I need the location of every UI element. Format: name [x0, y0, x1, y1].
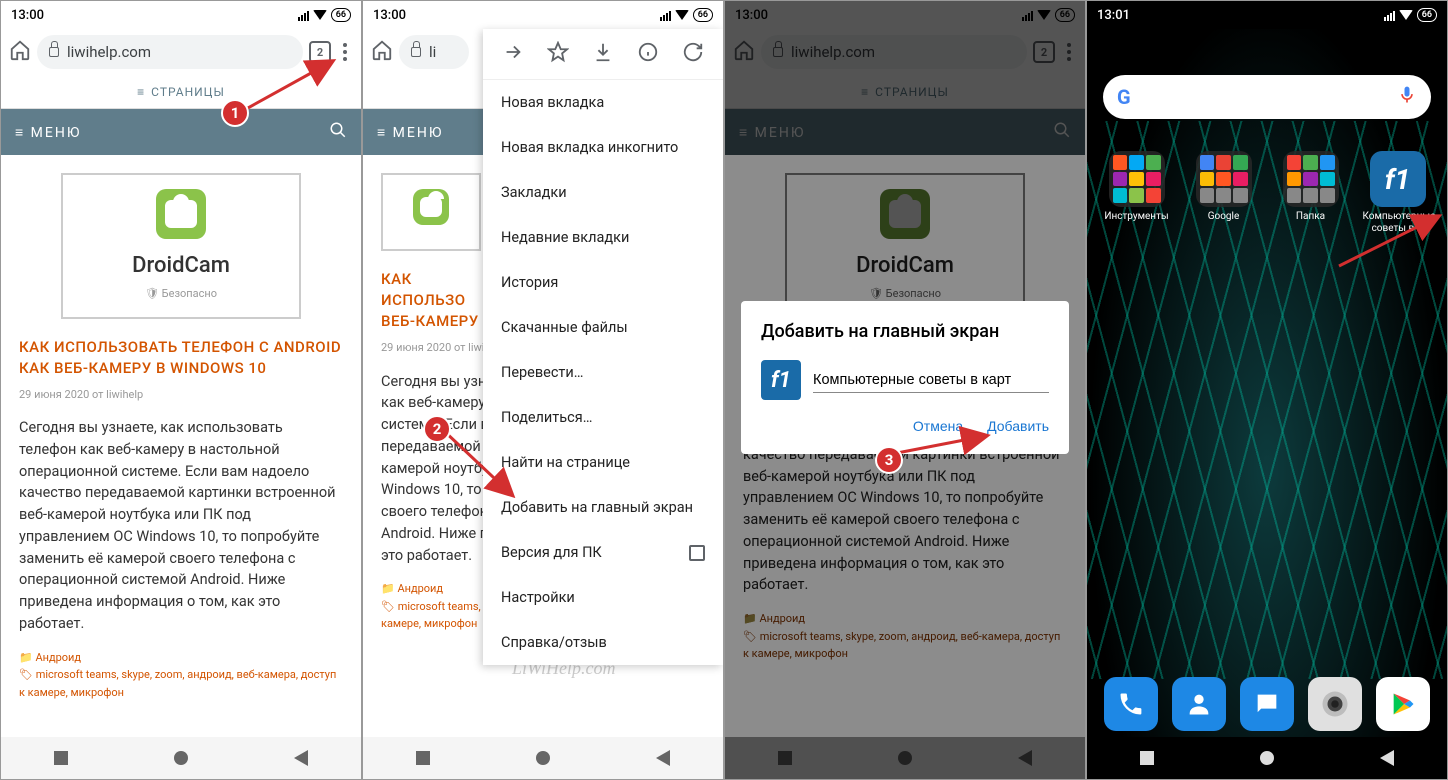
info-icon[interactable]	[637, 41, 659, 67]
shortcut-icon: f1	[761, 360, 801, 400]
status-bar: 13:01 66	[1087, 1, 1447, 29]
signal-icon	[660, 9, 671, 21]
menu-toggle[interactable]: ≡ МЕНЮ	[377, 124, 443, 141]
url-text: li	[429, 43, 436, 61]
clock: 13:00	[11, 8, 44, 23]
battery-icon: 66	[1417, 8, 1437, 22]
menu-share[interactable]: Поделиться…	[483, 395, 723, 440]
lock-icon	[49, 47, 59, 57]
camera-app-icon[interactable]	[1308, 677, 1362, 731]
signal-icon	[298, 9, 309, 21]
article-thumbnail[interactable]	[381, 173, 481, 251]
wifi-icon	[313, 10, 327, 20]
home-button[interactable]	[1260, 751, 1274, 765]
google-logo-icon: G	[1117, 85, 1131, 109]
back-button[interactable]	[294, 750, 308, 766]
arrow-3	[893, 428, 993, 462]
article-title[interactable]: КАК ИСПОЛЬЗО ВЕБ-КАМЕРУ В	[381, 269, 493, 332]
address-bar[interactable]: li	[399, 35, 469, 69]
folder-tools[interactable]: Инструменты	[1097, 151, 1176, 235]
clock: 13:00	[373, 8, 406, 23]
recent-apps-button[interactable]	[416, 751, 430, 765]
menu-new-tab[interactable]: Новая вкладка	[483, 80, 723, 125]
arrow-4	[1335, 211, 1445, 275]
status-bar: 13:00 66	[1, 1, 361, 29]
wifi-icon	[1399, 10, 1413, 20]
menu-find[interactable]: Найти на странице	[483, 440, 723, 485]
article-thumbnail[interactable]: DroidCam 🛡 Безопасно	[61, 173, 301, 319]
contacts-app-icon[interactable]	[1172, 677, 1226, 731]
forward-icon[interactable]	[502, 41, 524, 67]
signal-icon	[1384, 9, 1395, 21]
arrow-2	[439, 426, 519, 505]
chrome-menu: Новая вкладка Новая вкладка инкогнито За…	[483, 29, 723, 665]
menu-bookmarks[interactable]: Закладки	[483, 170, 723, 215]
reload-icon[interactable]	[682, 41, 704, 67]
menu-help[interactable]: Справка/отзыв	[483, 620, 723, 665]
folder-google[interactable]: Google	[1184, 151, 1263, 235]
home-icon[interactable]	[371, 39, 393, 65]
menu-toggle[interactable]: ≡ МЕНЮ	[15, 124, 81, 141]
lock-icon	[411, 47, 421, 57]
add-button[interactable]: Добавить	[987, 418, 1049, 434]
menu-incognito[interactable]: Новая вкладка инкогнито	[483, 125, 723, 170]
navigation-bar	[1, 737, 361, 779]
home-button[interactable]	[174, 751, 188, 765]
menu-settings[interactable]: Настройки	[483, 575, 723, 620]
recent-apps-button[interactable]	[1140, 751, 1154, 765]
article-tags[interactable]: 📁 Андроид 🏷 microsoft teams, skype, zoom…	[381, 580, 493, 633]
menu-add-to-home[interactable]: Добавить на главный экран	[483, 485, 723, 530]
menu-desktop-site[interactable]: Версия для ПК	[483, 530, 723, 575]
article-title[interactable]: КАК ИСПОЛЬЗОВАТЬ ТЕЛЕФОН С ANDROID КАК В…	[19, 337, 343, 379]
phone-app-icon[interactable]	[1104, 677, 1158, 731]
article-meta: 29 июня 2020 от liwi	[381, 340, 493, 357]
article-body: Сегодня вы узнаете, как использовать тел…	[19, 417, 343, 635]
dialog-title: Добавить на главный экран	[761, 321, 1049, 342]
home-icon[interactable]	[9, 39, 31, 65]
step-badge-2: 2	[423, 415, 451, 443]
star-icon[interactable]	[547, 41, 569, 67]
checkbox-icon[interactable]	[689, 545, 705, 561]
url-text: liwihelp.com	[67, 43, 151, 61]
back-button[interactable]	[1380, 750, 1394, 766]
home-button[interactable]	[536, 751, 550, 765]
menu-history[interactable]: История	[483, 260, 723, 305]
navigation-bar	[1087, 737, 1447, 779]
battery-icon: 66	[693, 8, 713, 22]
messages-app-icon[interactable]	[1240, 677, 1294, 731]
wifi-icon	[675, 10, 689, 20]
menu-recent-tabs[interactable]: Недавние вкладки	[483, 215, 723, 260]
status-bar: 13:00 66	[363, 1, 723, 29]
back-button[interactable]	[656, 750, 670, 766]
article-meta: 29 июня 2020 от liwihelp	[19, 387, 343, 404]
dock	[1097, 677, 1437, 731]
menu-translate[interactable]: Перевести…	[483, 350, 723, 395]
google-search-widget[interactable]: G	[1103, 75, 1431, 119]
article-content: DroidCam 🛡 Безопасно КАК ИСПОЛЬЗОВАТЬ ТЕ…	[1, 155, 361, 719]
menu-downloads[interactable]: Скачанные файлы	[483, 305, 723, 350]
step-badge-1: 1	[221, 99, 249, 127]
navigation-bar	[363, 737, 723, 779]
mic-icon[interactable]	[1397, 85, 1417, 109]
article-tags[interactable]: 📁 Андроид 🏷 microsoft teams, skype, zoom…	[19, 649, 343, 702]
recent-apps-button[interactable]	[54, 751, 68, 765]
play-store-icon[interactable]	[1376, 677, 1430, 731]
article-content: КАК ИСПОЛЬЗО ВЕБ-КАМЕРУ В 29 июня 2020 о…	[363, 155, 493, 651]
battery-icon: 66	[331, 8, 351, 22]
clock: 13:01	[1097, 8, 1130, 23]
shortcut-name-input[interactable]	[813, 368, 1049, 393]
download-icon[interactable]	[592, 41, 614, 67]
step-badge-3: 3	[875, 446, 903, 474]
